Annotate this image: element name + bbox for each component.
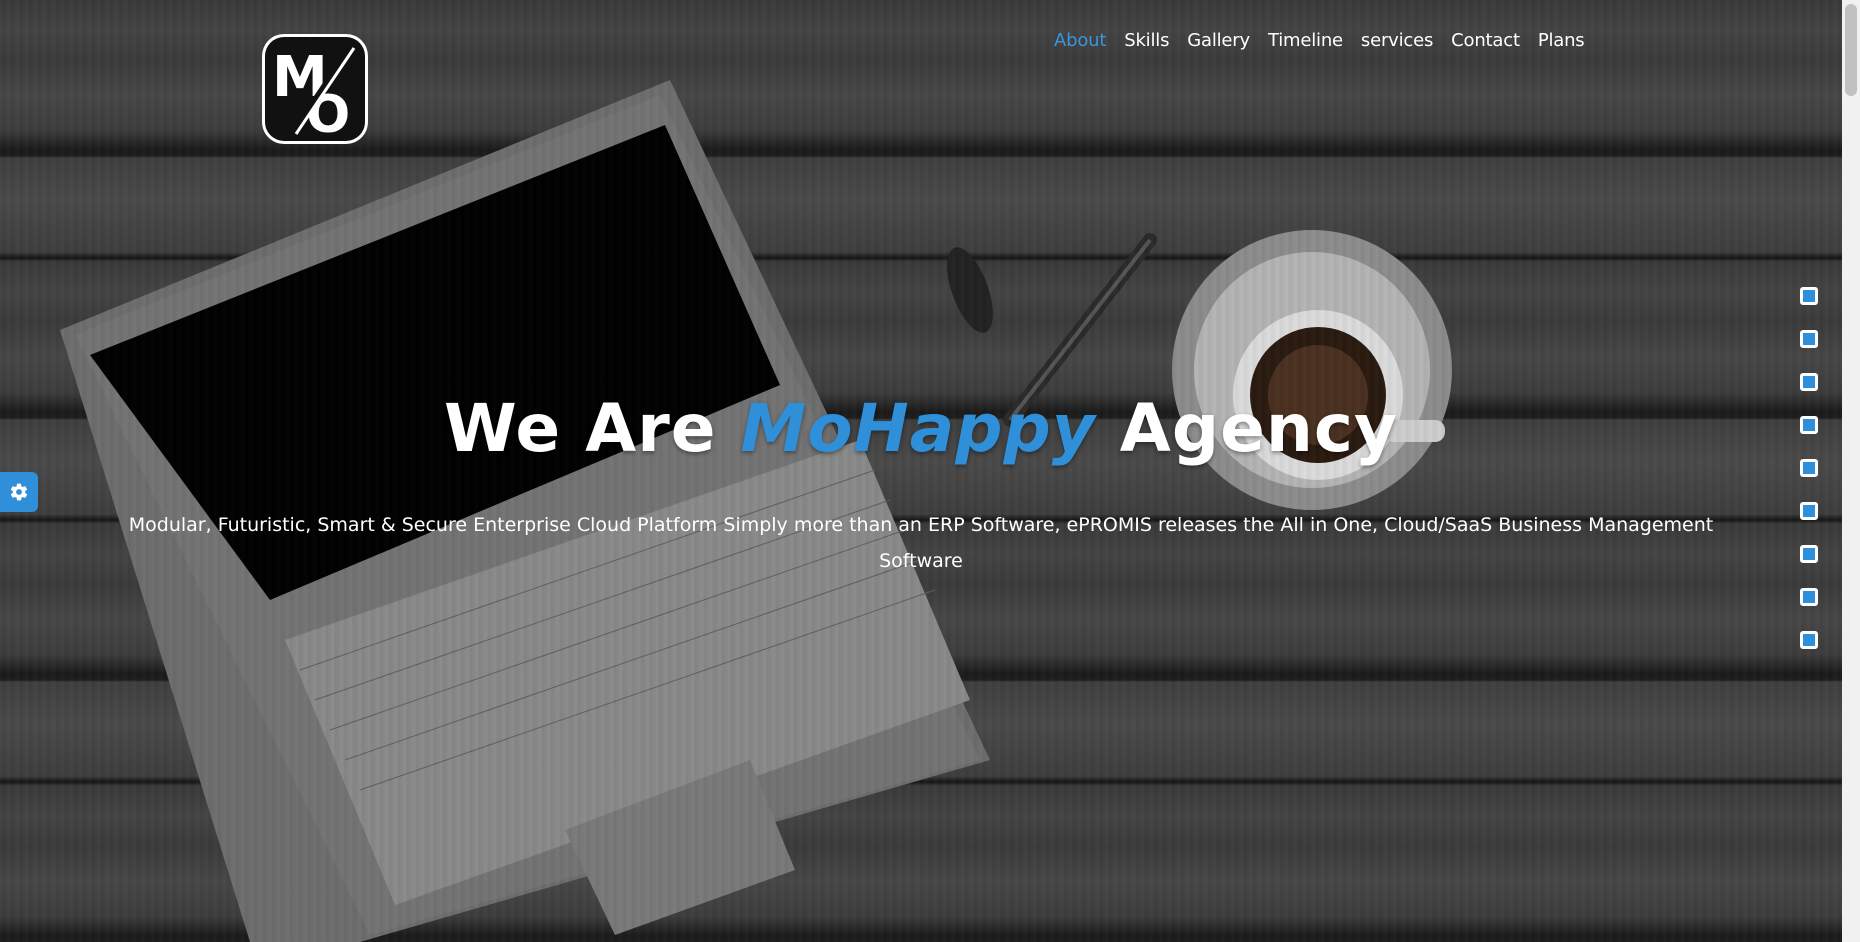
section-dot[interactable] (1800, 631, 1818, 649)
site-logo[interactable]: M O (262, 34, 368, 145)
headline-accent: MoHappy (740, 390, 1096, 467)
nav-item-gallery[interactable]: Gallery (1187, 30, 1250, 51)
nav-item-services[interactable]: services (1361, 30, 1433, 51)
section-dot[interactable] (1800, 416, 1818, 434)
headline-post: Agency (1095, 390, 1399, 467)
gear-icon (10, 483, 28, 501)
scrollbar-thumb[interactable] (1845, 4, 1857, 96)
hero-headline: We Are MoHappy Agency (0, 390, 1842, 467)
section-dot[interactable] (1800, 373, 1818, 391)
nav-item-timeline[interactable]: Timeline (1268, 30, 1343, 51)
logo-letter-bottom: O (306, 85, 350, 144)
section-dots-nav (1800, 287, 1818, 649)
coffee-cup-image (1172, 230, 1452, 510)
headline-pre: We Are (443, 390, 741, 467)
nav-item-skills[interactable]: Skills (1124, 30, 1169, 51)
section-dot[interactable] (1800, 459, 1818, 477)
nav-item-contact[interactable]: Contact (1451, 30, 1520, 51)
settings-button[interactable] (0, 472, 38, 512)
section-dot[interactable] (1800, 330, 1818, 348)
section-dot[interactable] (1800, 545, 1818, 563)
nav-item-about[interactable]: About (1054, 30, 1106, 51)
hero-subtitle: Modular, Futuristic, Smart & Secure Ente… (128, 514, 1714, 572)
main-nav: About Skills Gallery Timeline services C… (1054, 30, 1585, 51)
section-dot[interactable] (1800, 287, 1818, 305)
nav-item-plans[interactable]: Plans (1538, 30, 1585, 51)
section-dot[interactable] (1800, 502, 1818, 520)
section-dot[interactable] (1800, 588, 1818, 606)
logo-mark-icon: M O (272, 45, 356, 145)
scrollbar[interactable] (1842, 0, 1860, 942)
